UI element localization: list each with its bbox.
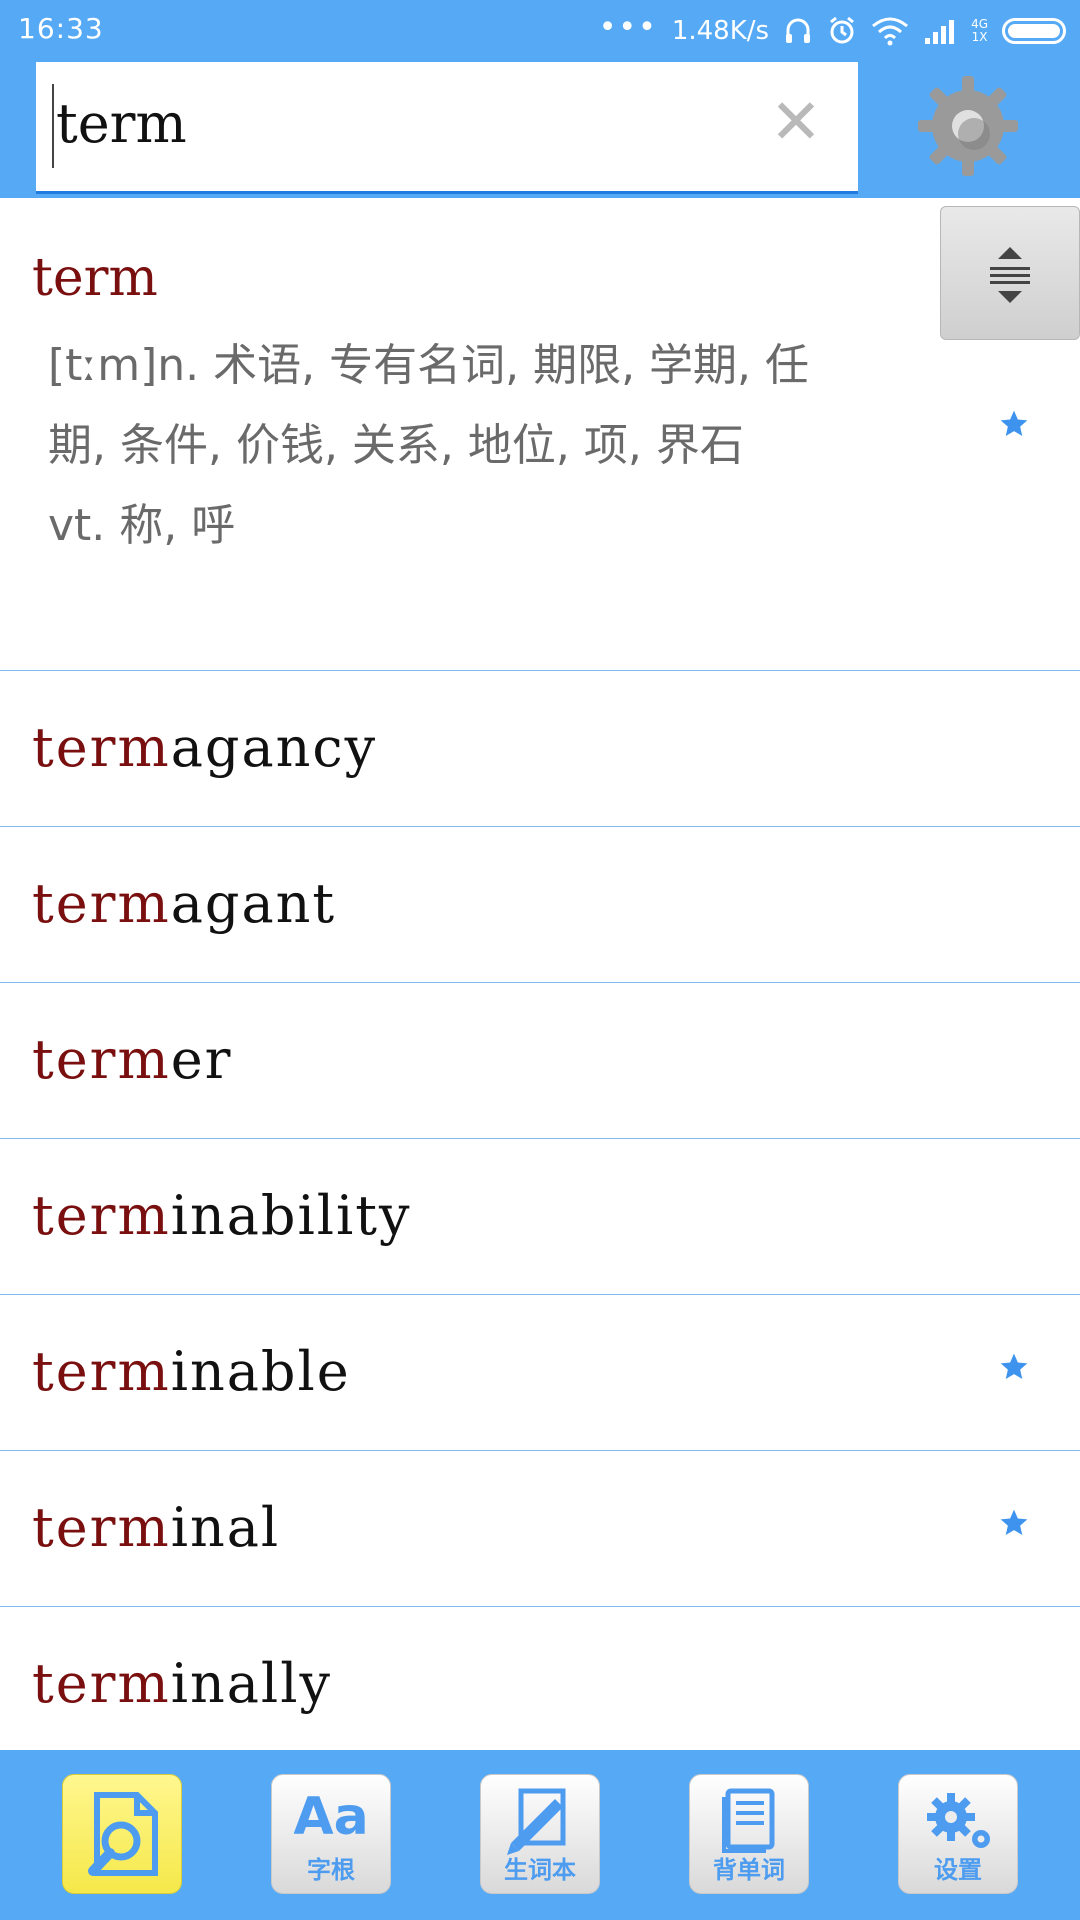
network-type: 4G 1X <box>971 18 988 44</box>
status-bar: 16:33 ••• 1.48K/s 4G 1X <box>0 0 1080 62</box>
text-cursor <box>52 84 54 168</box>
word-rest-part: inability <box>170 1184 412 1247</box>
word-rest-part: agant <box>170 872 337 935</box>
list-item[interactable]: termer <box>0 983 1080 1139</box>
definition-line: 期, 条件, 价钱, 关系, 地位, 项, 界石 <box>48 420 744 471</box>
definition-line: vt. 称, 呼 <box>48 500 236 551</box>
top-bar: term ✕ <box>0 62 1080 198</box>
nav-memorize-label: 背单词 <box>713 1856 785 1884</box>
network-speed: 1.48K/s <box>671 16 770 46</box>
main-entry-word: term <box>32 248 158 308</box>
word-rest-part: inally <box>170 1652 332 1715</box>
word-rest-part: agancy <box>170 716 378 779</box>
clear-search-button[interactable]: ✕ <box>764 90 828 154</box>
word-match-part: term <box>32 716 171 779</box>
fast-scroll-handle[interactable] <box>940 206 1080 340</box>
word-rest-part: er <box>170 1028 233 1091</box>
list-item-word: termagant <box>32 872 336 935</box>
nav-settings-button[interactable]: 设置 <box>898 1774 1018 1894</box>
search-document-icon <box>88 1792 158 1876</box>
battery-icon <box>1002 18 1066 44</box>
list-item-word: terminable <box>32 1340 351 1403</box>
status-time: 16:33 <box>18 12 104 45</box>
list-item[interactable]: terminability <box>0 1139 1080 1295</box>
book-icon <box>722 1788 775 1853</box>
sim-label: 1X <box>971 30 988 44</box>
bottom-nav: Aa 字根 生词本 背单词 设置 <box>0 1750 1080 1920</box>
gears-icon <box>927 1793 990 1848</box>
list-item-word: termagancy <box>32 716 377 779</box>
nav-wordbook-label: 生词本 <box>504 1856 576 1884</box>
nav-settings-label: 设置 <box>934 1856 982 1884</box>
alarm-icon <box>827 16 857 46</box>
list-item-word: terminability <box>32 1184 412 1247</box>
signal-icon <box>923 16 957 46</box>
nav-roots-label: 字根 <box>307 1856 355 1884</box>
word-match-part: term <box>32 872 171 935</box>
definition-line: [tːm]n. 术语, 专有名词, 期限, 学期, 任 <box>48 340 810 391</box>
star-icon[interactable] <box>998 1351 1030 1387</box>
word-rest-part: inal <box>170 1496 281 1559</box>
main-entry[interactable]: term [tːm]n. 术语, 专有名词, 期限, 学期, 任 期, 条件, … <box>0 198 1080 671</box>
wifi-icon <box>871 16 909 46</box>
scroll-handle-icon <box>990 247 1030 303</box>
list-item-word: termer <box>32 1028 232 1091</box>
edit-pencil-icon <box>507 1788 566 1855</box>
nav-memorize-button[interactable]: 背单词 <box>689 1774 809 1894</box>
word-match-part: term <box>32 1184 171 1247</box>
main-entry-definition: [tːm]n. 术语, 专有名词, 期限, 学期, 任 期, 条件, 价钱, 关… <box>48 326 948 566</box>
list-item-word: terminally <box>32 1652 332 1715</box>
more-notifications-icon: ••• <box>598 9 658 45</box>
nav-roots-button[interactable]: Aa 字根 <box>271 1774 391 1894</box>
search-query[interactable]: term <box>56 92 187 155</box>
nav-search-button[interactable] <box>62 1774 182 1894</box>
status-icons: ••• 1.48K/s 4G 1X <box>599 10 1066 52</box>
word-match-part: term <box>32 1028 171 1091</box>
word-match-part: term <box>32 1652 171 1715</box>
word-match-part: term <box>32 1340 171 1403</box>
headphones-icon <box>783 16 813 46</box>
roots-aa-icon: Aa <box>293 1787 369 1847</box>
list-item[interactable]: terminal <box>0 1451 1080 1607</box>
list-item-word: terminal <box>32 1496 280 1559</box>
word-match-part: term <box>32 1496 171 1559</box>
list-item[interactable]: termagancy <box>0 671 1080 827</box>
network-type-label: 4G <box>971 17 988 31</box>
star-icon[interactable] <box>998 1507 1030 1543</box>
search-input[interactable]: term ✕ <box>36 62 858 194</box>
nav-wordbook-button[interactable]: 生词本 <box>480 1774 600 1894</box>
list-item[interactable]: terminable <box>0 1295 1080 1451</box>
word-rest-part: inable <box>170 1340 351 1403</box>
star-icon[interactable] <box>998 408 1030 444</box>
results-list[interactable]: term [tːm]n. 术语, 专有名词, 期限, 学期, 任 期, 条件, … <box>0 198 1080 1762</box>
list-item[interactable]: termagant <box>0 827 1080 983</box>
list-item[interactable]: terminally <box>0 1607 1080 1762</box>
settings-gear-icon[interactable] <box>912 70 1024 182</box>
